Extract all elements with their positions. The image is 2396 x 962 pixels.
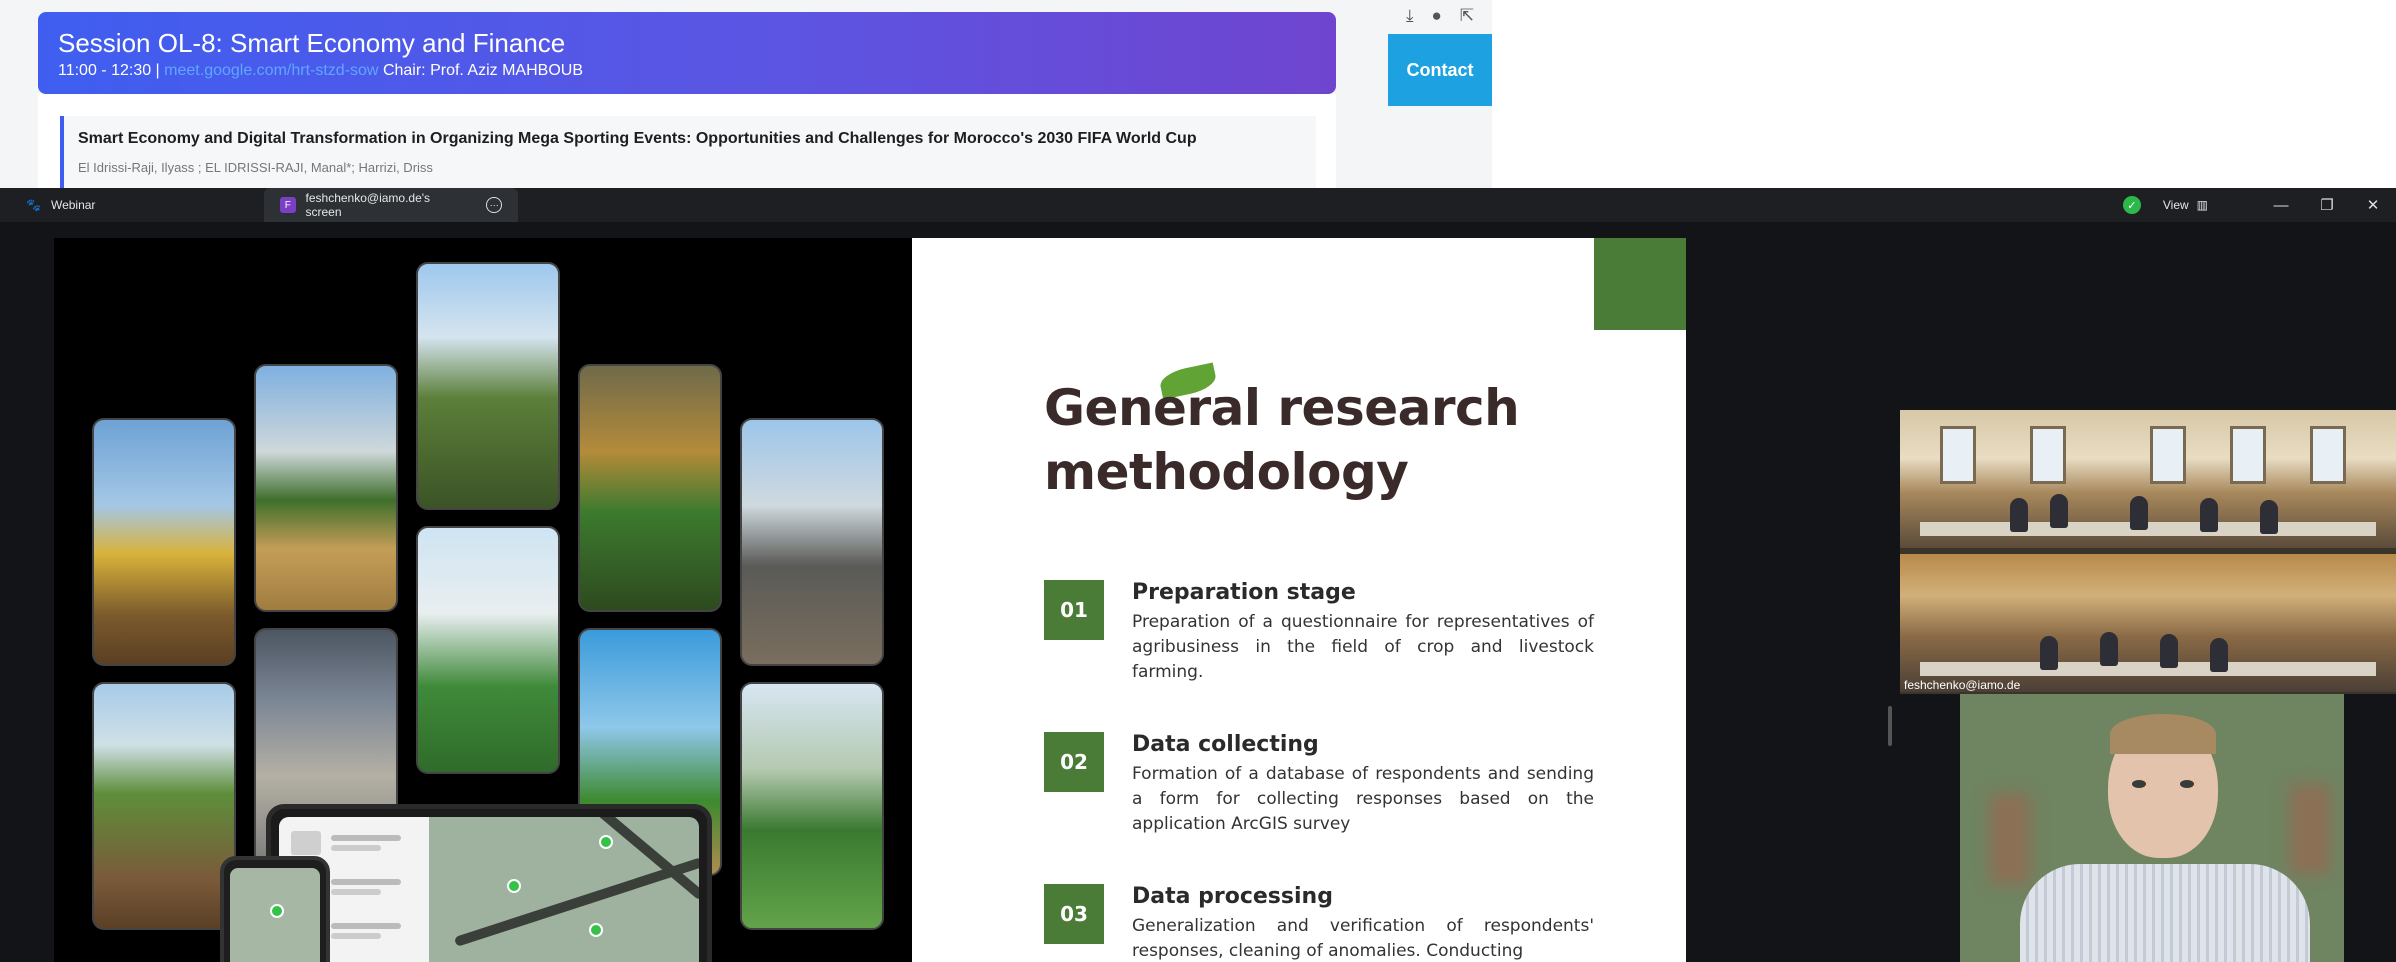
accent-square [1594,238,1686,330]
session-header: Session OL-8: Smart Economy and Finance … [38,12,1336,94]
slide-photo-collage [54,238,912,962]
panel-resize-handle[interactable] [1888,706,1892,746]
tablet-list-row [291,831,411,855]
session-time: 11:00 - 12:30 | [58,62,160,79]
step-title: Preparation stage [1132,580,1356,605]
tab-webinar[interactable]: 🐾 Webinar [10,188,111,222]
map-marker-icon [599,835,613,849]
lawn-mower-photo [416,526,560,774]
map-marker-icon [589,923,603,937]
field-tractor-photo [416,262,560,510]
more-options-icon[interactable]: ⋯ [486,197,502,213]
step-title: Data collecting [1132,732,1319,757]
harvester-photo [254,364,398,612]
tablet-screen [279,817,699,962]
info-icon[interactable]: ● [1432,6,1442,25]
screen: Session OL-8: Smart Economy and Finance … [0,0,2396,962]
session-title: Session OL-8: Smart Economy and Finance [58,28,566,58]
slide-title-line1: General research [1044,379,1520,437]
slide-title: General research methodology [1044,376,1520,504]
restore-icon[interactable]: ❐ [2304,196,2350,214]
presenter-body [2020,864,2310,962]
step-number: 01 [1044,580,1104,640]
page-tools: ⤓ ● ⇱ [1392,0,1492,30]
meet-link[interactable]: meet.google.com/hrt-stzd-sow [164,62,378,79]
orchard-tractor-photo [578,364,722,612]
step-number: 02 [1044,732,1104,792]
user-badge: F [280,197,296,213]
step-text: Generalization and verification of respo… [1132,916,1594,961]
step-title: Data processing [1132,884,1333,909]
paper-item[interactable]: Smart Economy and Digital Transformation… [60,116,1316,188]
conference-page: Session OL-8: Smart Economy and Finance … [0,0,1492,188]
step-number: 03 [1044,884,1104,944]
map-marker-icon [270,904,284,918]
shield-check-icon: ✓ [2122,196,2141,214]
paw-icon: 🐾 [26,198,41,212]
minimize-icon[interactable]: — [2258,197,2304,214]
paper-title: Smart Economy and Digital Transformation… [78,130,1197,147]
dump-truck-photo [92,418,236,666]
participant-name: feshchenko@iamo.de [1904,678,2021,692]
excavator-photo [740,418,884,666]
slide-content: General research methodology 01 Preparat… [912,238,1686,962]
view-button[interactable]: View ▥ [2163,198,2208,212]
tab-webinar-label: Webinar [50,198,96,212]
phone-map-illustration [220,856,330,962]
view-label: View [2162,198,2189,212]
webinar-titlebar: 🐾 Webinar F feshchenko@iamo.de's screen … [0,188,2396,222]
tab-screen-label: feshchenko@iamo.de's screen [305,191,431,219]
phone-screen [230,868,320,962]
session-info: 11:00 - 12:30 | meet.google.com/hrt-stzd… [58,62,1316,80]
step-text: Preparation of a questionnaire for repre… [1132,612,1594,682]
map-road [453,857,699,947]
room-camera-view [1900,554,2396,692]
room-camera-view [1900,410,2396,548]
browser-blank-area [1492,0,2396,188]
layout-icon: ▥ [2196,198,2208,212]
contact-button[interactable]: Contact [1388,34,1492,106]
paper-card: Smart Economy and Digital Transformation… [38,94,1336,188]
session-chair: Chair: Prof. Aziz MAHBOUB [382,62,583,79]
tablet-map-illustration [266,804,712,962]
close-icon[interactable]: ✕ [2350,196,2396,214]
tab-shared-screen[interactable]: F feshchenko@iamo.de's screen ⋯ [264,188,518,222]
download-icon[interactable]: ⤓ [1406,6,1414,25]
share-icon[interactable]: ⇱ [1460,6,1474,25]
planting-tractor-photo [92,682,236,930]
slide-title-line2: methodology [1044,443,1409,501]
paper-authors: El Idrissi-Raji, Ilyass ; EL IDRISSI-RAJ… [78,160,433,175]
step-text: Formation of a database of respondents a… [1132,764,1594,834]
presenter-hair [2110,714,2216,754]
map-marker-icon [507,879,521,893]
titlebar-controls: ✓ View ▥ — ❐ ✕ [2122,188,2396,222]
golf-mower-photo [740,682,884,930]
room-video-tile[interactable]: feshchenko@iamo.de [1900,410,2396,694]
presenter-video-tile[interactable] [1960,694,2344,962]
